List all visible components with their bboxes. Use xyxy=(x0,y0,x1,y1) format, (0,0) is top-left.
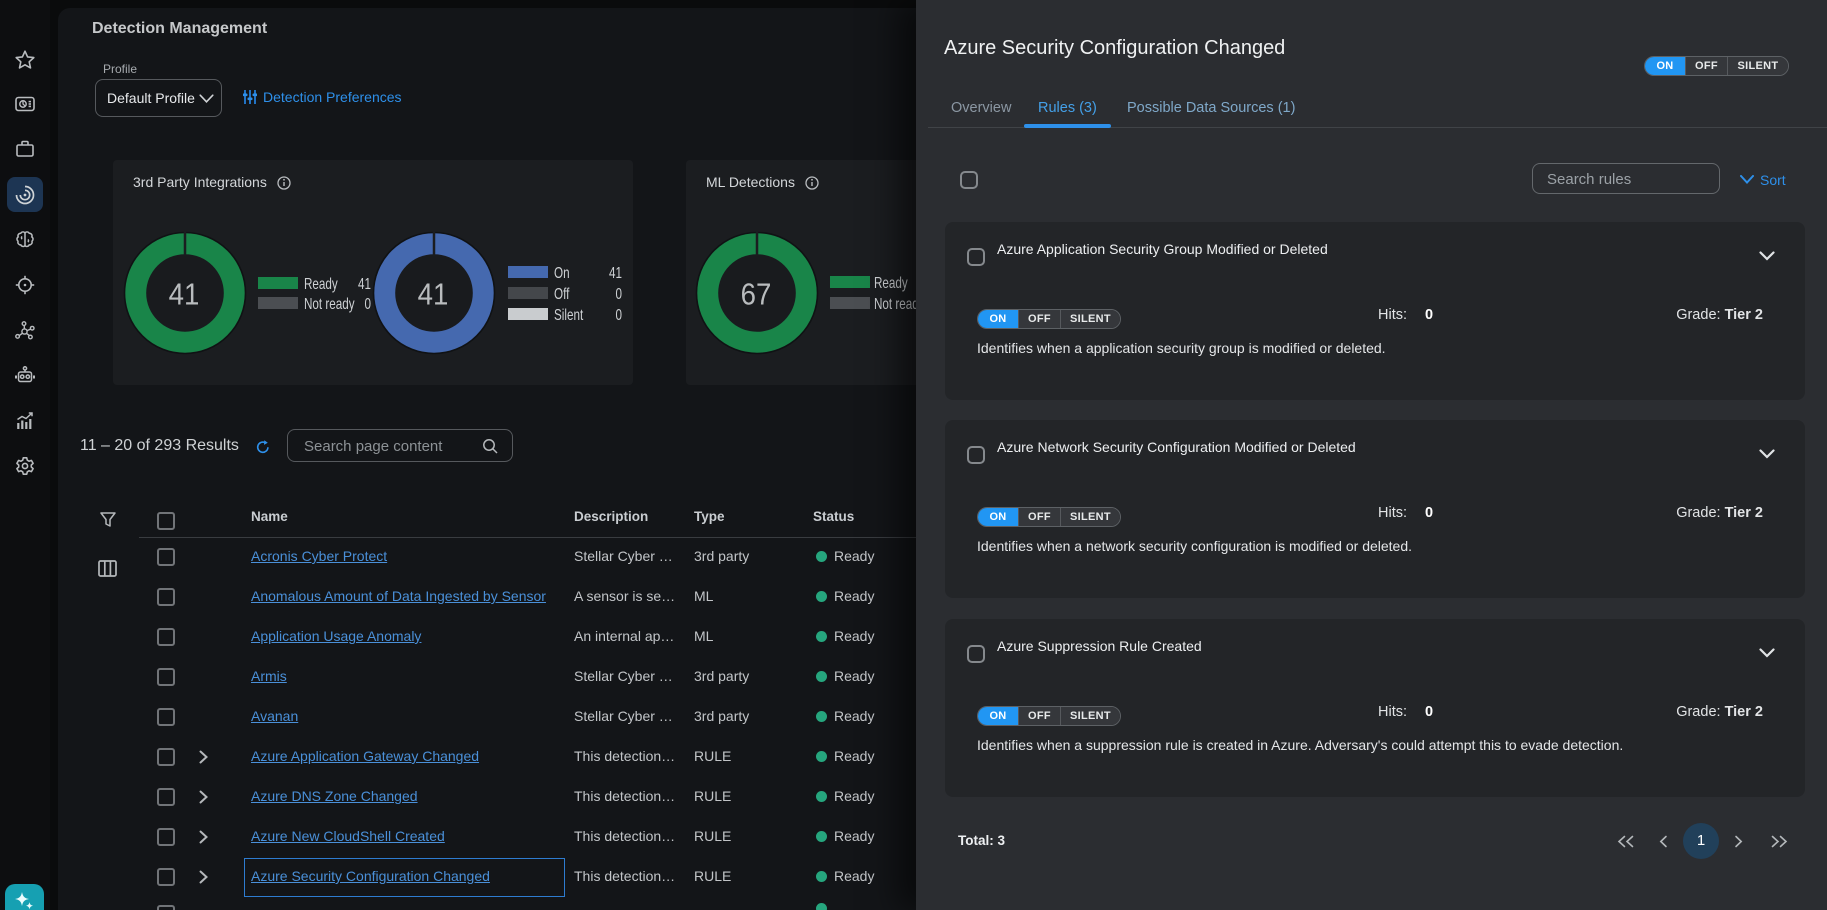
svg-text:67: 67 xyxy=(741,277,772,312)
svg-text:41: 41 xyxy=(169,277,200,312)
svg-text:41: 41 xyxy=(418,277,449,312)
